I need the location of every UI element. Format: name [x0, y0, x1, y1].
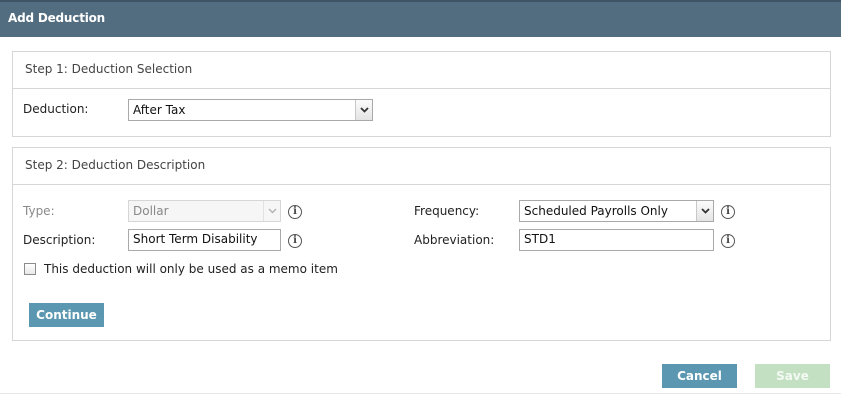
frequency-select[interactable]: Scheduled Payrolls Only — [519, 200, 714, 222]
deduction-select-value: After Tax — [133, 103, 186, 117]
footer-divider — [0, 393, 841, 394]
deduction-select[interactable]: After Tax — [128, 99, 373, 121]
abbreviation-info-icon[interactable]: i — [721, 234, 735, 248]
memo-item-label: This deduction will only be used as a me… — [44, 262, 338, 276]
deduction-label: Deduction: — [23, 102, 89, 116]
type-info-icon[interactable]: i — [288, 205, 302, 219]
memo-item-checkbox[interactable] — [24, 263, 36, 275]
frequency-select-value: Scheduled Payrolls Only — [524, 204, 668, 218]
continue-button[interactable]: Continue — [29, 303, 104, 327]
type-select-value: Dollar — [133, 204, 169, 218]
frequency-label: Frequency: — [414, 204, 480, 218]
step1-header: Step 1: Deduction Selection — [13, 52, 830, 89]
step2-header: Step 2: Deduction Description — [13, 148, 830, 185]
save-button[interactable]: Save — [755, 364, 830, 388]
description-info-icon[interactable]: i — [288, 234, 302, 248]
type-select: Dollar — [128, 200, 281, 222]
abbreviation-input[interactable]: STD1 — [519, 229, 714, 251]
type-label: Type: — [23, 204, 55, 218]
chevron-down-icon[interactable] — [696, 201, 713, 221]
description-label: Description: — [23, 233, 96, 247]
dialog-title: Add Deduction — [8, 11, 106, 25]
step1-panel: Step 1: Deduction Selection — [12, 51, 831, 137]
chevron-down-icon — [263, 201, 280, 221]
dialog-titlebar: Add Deduction — [0, 0, 841, 37]
chevron-down-icon[interactable] — [355, 100, 372, 120]
cancel-button[interactable]: Cancel — [662, 364, 737, 388]
description-input[interactable]: Short Term Disability — [128, 229, 281, 251]
frequency-info-icon[interactable]: i — [721, 205, 735, 219]
abbreviation-label: Abbreviation: — [414, 233, 495, 247]
